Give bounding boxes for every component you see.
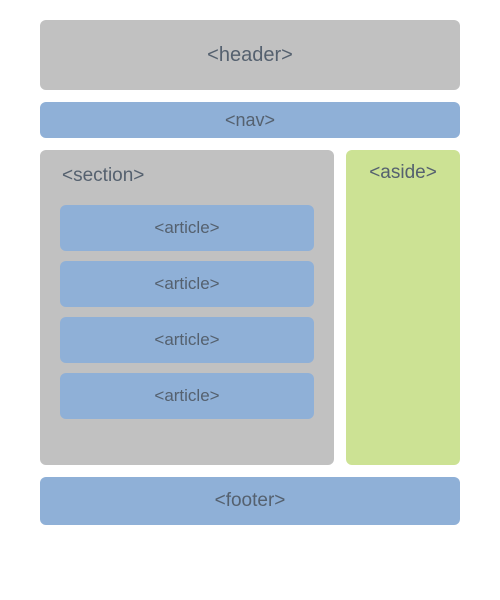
article-block: <article> <box>60 373 314 419</box>
nav-label: <nav> <box>225 110 275 131</box>
header-label: <header> <box>207 44 293 67</box>
nav-block: <nav> <box>40 102 460 138</box>
section-label: <section> <box>54 162 152 195</box>
footer-block: <footer> <box>40 477 460 525</box>
article-block: <article> <box>60 317 314 363</box>
aside-block: <aside> <box>346 150 460 465</box>
article-label: <article> <box>154 330 219 350</box>
header-block: <header> <box>40 20 460 90</box>
layout-container: <header> <nav> <section> <article> <arti… <box>40 20 460 525</box>
middle-row: <section> <article> <article> <article> … <box>40 150 460 465</box>
article-block: <article> <box>60 205 314 251</box>
article-block: <article> <box>60 261 314 307</box>
article-label: <article> <box>154 274 219 294</box>
section-block: <section> <article> <article> <article> … <box>40 150 334 465</box>
aside-label: <aside> <box>369 162 437 184</box>
footer-label: <footer> <box>215 490 286 512</box>
article-label: <article> <box>154 218 219 238</box>
article-label: <article> <box>154 386 219 406</box>
